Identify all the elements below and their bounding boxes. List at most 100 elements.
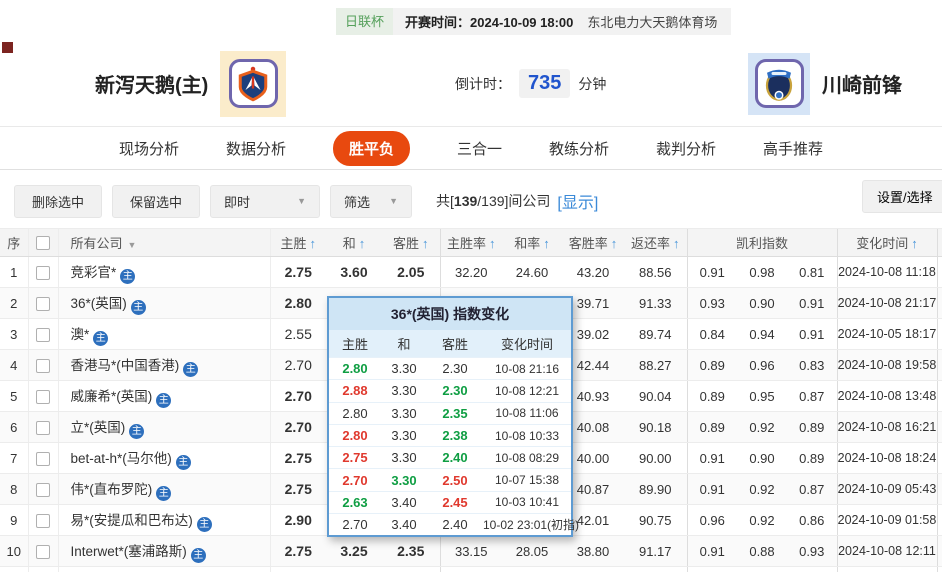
filter-triangle-icon: ▼	[128, 240, 137, 250]
table-row: 10 Interwet*(塞浦路斯)主 2.75 3.25 2.35 33.15…	[0, 536, 942, 567]
col-header-draw-rate[interactable]: 和率↑	[502, 229, 562, 257]
col-header-draw[interactable]: 和↑	[326, 229, 382, 257]
home-win-odds: 2.55	[270, 319, 326, 350]
countdown-label: 倒计时：	[455, 74, 511, 94]
company-name-link[interactable]: bet-at-h*(马尔他)	[71, 451, 172, 466]
company-name-link[interactable]: 易*(安提瓜和巴布达)	[71, 513, 193, 528]
row-checkbox[interactable]	[36, 359, 50, 373]
company-home-badge-icon[interactable]: 主	[120, 269, 135, 284]
company-home-badge-icon[interactable]: 主	[197, 517, 212, 532]
company-cell: Interwet*(塞浦路斯) 主	[58, 536, 270, 567]
company-name-link[interactable]: 立*(英国)	[71, 420, 126, 435]
toolbar: 删除选中 保留选中 即时 ▼ 筛选 ▼ 共[139/139]间公司 [显示] 设…	[0, 170, 942, 228]
sort-asc-icon: ↑	[489, 236, 496, 251]
away-win-rate: 43.20	[562, 257, 624, 288]
row-checkbox[interactable]	[36, 328, 50, 342]
kelly-away: 0.91	[787, 319, 837, 350]
show-link[interactable]: [显示]	[557, 189, 598, 213]
tab-coach-analysis[interactable]: 教练分析	[549, 138, 609, 159]
company-home-badge-icon[interactable]: 主	[131, 300, 146, 315]
col-header-company[interactable]: 所有公司▼	[58, 229, 270, 257]
company-home-badge-icon[interactable]: 主	[156, 393, 171, 408]
col-header-away-rate[interactable]: 客胜率↑	[562, 229, 624, 257]
company-name-link[interactable]: Interwet*(塞浦路斯)	[71, 544, 187, 559]
popup-col-time: 变化时间	[483, 334, 571, 353]
delete-selected-button[interactable]: 删除选中	[14, 185, 102, 218]
keep-selected-button[interactable]: 保留选中	[112, 185, 200, 218]
home-team-name: 新泻天鹅(主)	[95, 69, 208, 98]
row-checkbox[interactable]	[36, 452, 50, 466]
row-checkbox[interactable]	[36, 390, 50, 404]
popup-home-odds: 2.75	[329, 450, 381, 465]
tab-live-analysis[interactable]: 现场分析	[119, 138, 179, 159]
company-home-badge-icon[interactable]: 主	[191, 548, 206, 563]
row-spacer	[937, 412, 942, 443]
row-index: 5	[0, 381, 28, 412]
kelly-home: 0.84	[687, 319, 737, 350]
row-spacer	[937, 474, 942, 505]
sort-asc-icon: ↑	[611, 236, 618, 251]
away-team-name: 川崎前锋	[822, 69, 902, 98]
col-header-change-time[interactable]: 变化时间↑	[837, 229, 937, 257]
row-checkbox[interactable]	[36, 421, 50, 435]
row-checkbox-cell	[28, 443, 58, 474]
company-name-link[interactable]: 澳*	[71, 327, 90, 342]
tab-win-draw-lose[interactable]: 胜平负	[333, 131, 410, 166]
popup-away-odds: 2.30	[427, 383, 483, 398]
row-checkbox[interactable]	[36, 514, 50, 528]
col-header-home-win[interactable]: 主胜↑	[270, 229, 326, 257]
select-all-checkbox[interactable]	[36, 236, 50, 250]
company-name-link[interactable]: 竞彩官*	[71, 265, 117, 280]
row-index: 3	[0, 319, 28, 350]
kelly-home: 0.89	[687, 350, 737, 381]
kelly-draw: 0.96	[737, 350, 787, 381]
tab-expert-picks[interactable]: 高手推荐	[763, 138, 823, 159]
tab-referee-analysis[interactable]: 裁判分析	[656, 138, 716, 159]
row-spacer	[937, 350, 942, 381]
filter-dropdown[interactable]: 筛选 ▼	[330, 185, 412, 218]
tab-data-analysis[interactable]: 数据分析	[226, 138, 286, 159]
company-home-badge-icon[interactable]: 主	[183, 362, 198, 377]
payout-rate: 90.18	[624, 412, 687, 443]
company-home-badge-icon[interactable]: 主	[93, 331, 108, 346]
popup-draw-odds: 3.30	[381, 406, 427, 421]
kelly-home: 0.96	[687, 505, 737, 536]
row-index: 10	[0, 536, 28, 567]
kelly-draw: 0.98	[737, 257, 787, 288]
kelly-away: 0.83	[787, 350, 837, 381]
col-header-payout-rate[interactable]: 返还率↑	[624, 229, 687, 257]
col-header-home-rate[interactable]: 主胜率↑	[440, 229, 502, 257]
chevron-down-icon: ▼	[297, 196, 306, 206]
home-win-odds: 2.75	[270, 474, 326, 505]
match-info: 日联杯 开赛时间：2024-10-09 18:00 东北电力大天鹅体育场	[336, 8, 731, 35]
home-win-odds: 2.75	[270, 536, 326, 567]
row-checkbox[interactable]	[36, 545, 50, 559]
live-odds-dropdown[interactable]: 即时 ▼	[210, 185, 320, 218]
kelly-home: 0.91	[687, 443, 737, 474]
company-name-link[interactable]: 36*(英国)	[71, 296, 127, 311]
settings-select-button[interactable]: 设置/选择	[862, 180, 942, 213]
popup-change-time: 10-08 11:06	[483, 406, 571, 420]
company-cell: 竞彩官*主	[58, 257, 270, 288]
row-checkbox[interactable]	[36, 297, 50, 311]
col-header-away-win[interactable]: 客胜↑	[382, 229, 440, 257]
row-checkbox-cell	[28, 474, 58, 505]
row-spacer	[937, 536, 942, 567]
draw-odds: 3.25	[326, 536, 382, 567]
company-home-badge-icon[interactable]: 主	[176, 455, 191, 470]
company-name-link[interactable]: 香港马*(中国香港)	[71, 358, 180, 373]
tab-three-in-one[interactable]: 三合一	[457, 138, 502, 159]
popup-odds-row: 2.80 3.30 2.35 10-08 11:06	[329, 402, 571, 424]
company-home-badge-icon[interactable]: 主	[129, 424, 144, 439]
company-cell: 立*(英国)主	[58, 412, 270, 443]
row-checkbox[interactable]	[36, 266, 50, 280]
company-name-link[interactable]: 威廉希*(英国)	[71, 389, 153, 404]
company-name-link[interactable]: 伟*(直布罗陀)	[71, 482, 153, 497]
row-checkbox-cell	[28, 505, 58, 536]
row-checkbox[interactable]	[36, 483, 50, 497]
home-win-odds: 2.75	[270, 257, 326, 288]
kelly-home: 0.93	[687, 288, 737, 319]
popup-home-odds: 2.70	[329, 473, 381, 488]
away-win-rate: 38.80	[562, 536, 624, 567]
company-home-badge-icon[interactable]: 主	[156, 486, 171, 501]
